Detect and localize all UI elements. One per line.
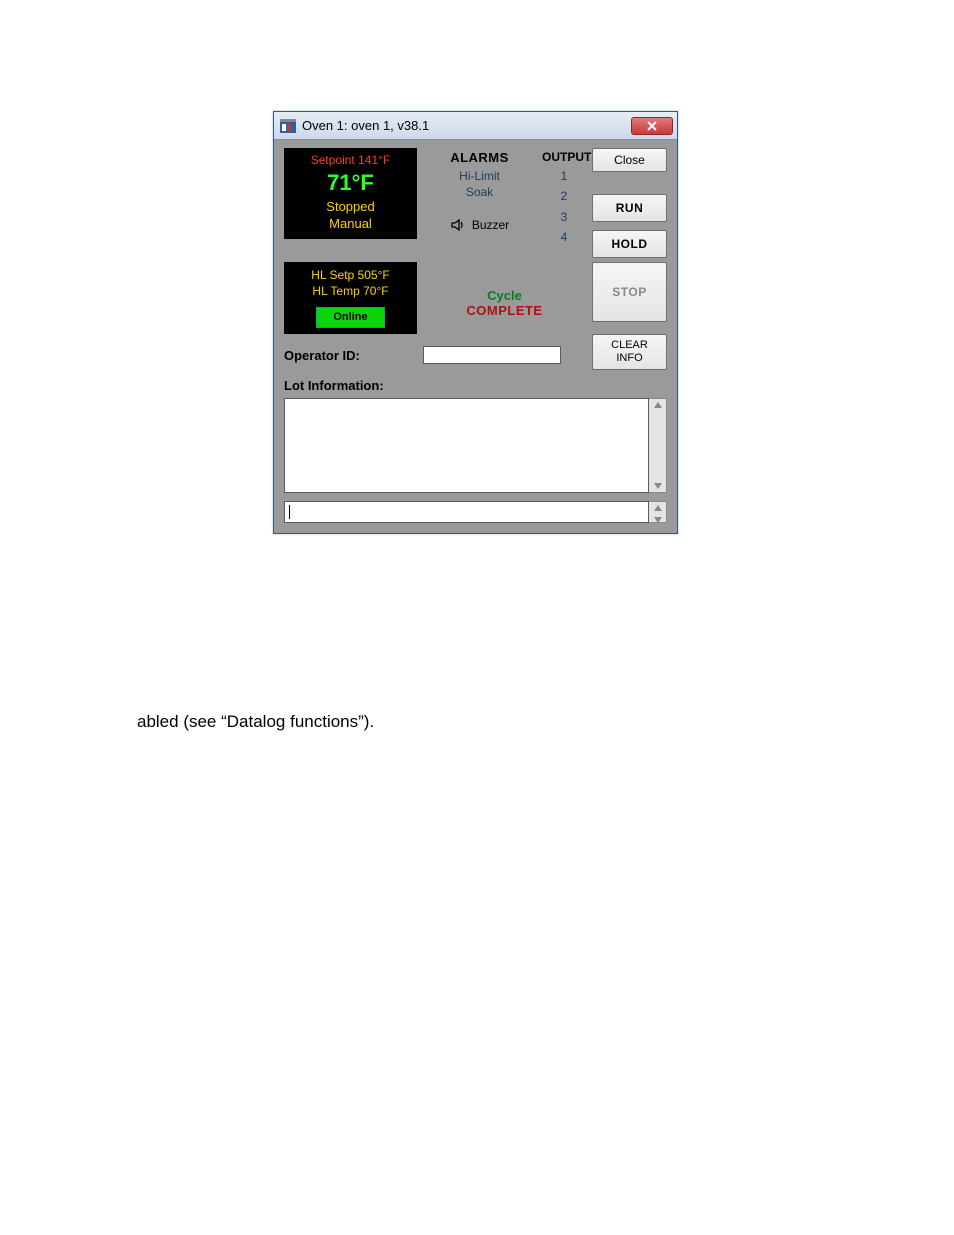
complete-label: COMPLETE [423, 303, 586, 318]
output-2: 2 [542, 186, 586, 206]
speaker-icon[interactable] [450, 217, 466, 233]
buzzer-label: Buzzer [472, 218, 509, 232]
hilimit-panel: HL Setp 505°F HL Temp 70°F Online [284, 262, 417, 334]
scroll-up-icon[interactable] [654, 402, 662, 408]
stop-button[interactable]: STOP [592, 262, 667, 322]
titlebar[interactable]: Oven 1: oven 1, v38.1 [274, 112, 677, 140]
alarm-soak: Soak [427, 185, 532, 199]
run-button[interactable]: RUN [592, 194, 667, 222]
alarm-hi-limit: Hi-Limit [427, 169, 532, 183]
output-4: 4 [542, 227, 586, 247]
setpoint-label: Setpoint 141°F [284, 152, 417, 168]
clear-info-button[interactable]: CLEAR INFO [592, 334, 667, 370]
alarms-column: ALARMS Hi-Limit Soak Buzzer [423, 148, 536, 233]
entry-input[interactable] [284, 501, 649, 523]
cycle-status: Cycle COMPLETE [423, 262, 586, 318]
hold-button[interactable]: HOLD [592, 230, 667, 258]
window-close-button[interactable] [631, 117, 673, 135]
close-button[interactable]: Close [592, 148, 667, 172]
output-3: 3 [542, 207, 586, 227]
oven-window: Oven 1: oven 1, v38.1 Setpoint 141°F 71°… [273, 111, 678, 534]
alarms-header: ALARMS [427, 150, 532, 165]
window-title: Oven 1: oven 1, v38.1 [302, 118, 631, 133]
clear-info-l1: CLEAR [611, 339, 648, 352]
lot-info-scrollbar[interactable] [649, 398, 667, 493]
document-fragment-text: abled (see “Datalog functions”). [137, 712, 374, 732]
lot-info-textarea[interactable] [284, 398, 649, 493]
output-1: 1 [542, 166, 586, 186]
hl-temp: HL Temp 70°F [284, 283, 417, 299]
online-badge: Online [316, 307, 384, 328]
scroll-down-icon[interactable] [654, 483, 662, 489]
hl-setpoint: HL Setp 505°F [284, 267, 417, 283]
entry-scrollbar[interactable] [649, 501, 667, 523]
clear-info-l2: INFO [616, 352, 642, 365]
mode-label: Manual [284, 215, 417, 233]
run-status: Stopped [284, 198, 417, 216]
current-temperature: 71°F [284, 168, 417, 198]
outputs-header: OUTPUTS [542, 150, 586, 164]
temperature-panel: Setpoint 141°F 71°F Stopped Manual [284, 148, 417, 239]
scroll-down-icon[interactable] [654, 517, 662, 523]
text-cursor [289, 505, 290, 519]
outputs-column: OUTPUTS 1 2 3 4 [542, 148, 586, 248]
lot-info-label: Lot Information: [284, 378, 667, 393]
app-icon [280, 119, 296, 133]
cycle-label: Cycle [423, 288, 586, 303]
window-body: Setpoint 141°F 71°F Stopped Manual ALARM… [274, 140, 677, 533]
operator-id-input[interactable] [423, 346, 561, 364]
scroll-up-icon[interactable] [654, 505, 662, 511]
operator-id-label: Operator ID: [284, 348, 417, 363]
close-icon [646, 121, 658, 131]
